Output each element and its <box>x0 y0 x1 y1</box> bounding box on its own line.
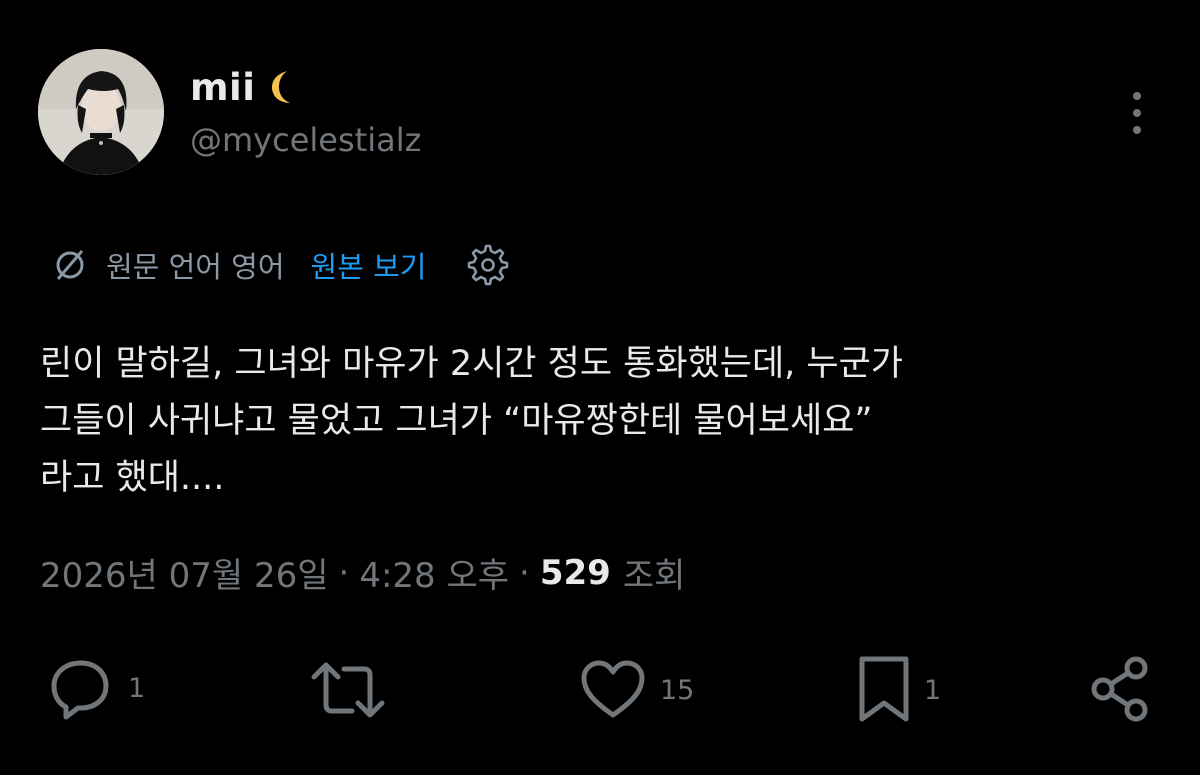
tweet-time[interactable]: 4:28 오후 <box>359 548 509 597</box>
retweet-button[interactable] <box>310 655 400 725</box>
heart-icon <box>581 660 645 718</box>
translation-bar: 원문 언어 영어 원본 보기 <box>52 240 510 290</box>
translation-label: 원문 언어 영어 <box>106 250 285 284</box>
more-options-button[interactable] <box>1124 92 1150 134</box>
views-label: 조회 <box>622 556 686 596</box>
reply-icon <box>51 660 109 720</box>
share-button[interactable] <box>1090 655 1154 723</box>
tweet-date[interactable]: 2026년 07월 26일 <box>40 548 329 597</box>
author-display-name[interactable]: mii <box>190 66 255 109</box>
avatar-image <box>38 49 164 175</box>
more-dot-icon <box>1133 109 1141 117</box>
meta-separator: · <box>338 552 350 593</box>
bookmark-icon <box>859 656 909 722</box>
author-name-row[interactable]: mii <box>190 62 299 112</box>
like-count: 15 <box>660 674 695 706</box>
retweet-icon <box>311 662 385 718</box>
more-dot-icon <box>1133 92 1141 100</box>
views-count: 529 <box>539 552 611 593</box>
tweet-meta: 2026년 07월 26일 · 4:28 오후 · 529 조회 <box>40 548 685 597</box>
share-icon <box>1091 656 1148 722</box>
tweet-text: 린이 말하길, 그녀와 마유가 2시간 정도 통화했는데, 누군가 그들이 사귀… <box>40 344 903 498</box>
tweet-actions-bar: 1 15 1 <box>0 655 1200 731</box>
crescent-moon-icon <box>272 71 291 103</box>
author-handle[interactable]: @mycelestialz <box>190 121 421 159</box>
more-dot-icon <box>1133 126 1141 134</box>
bookmark-count: 1 <box>924 674 942 706</box>
meta-separator: · <box>519 552 530 593</box>
like-button[interactable]: 15 <box>580 659 694 721</box>
reply-button[interactable]: 1 <box>48 655 145 721</box>
gear-icon[interactable] <box>466 243 510 287</box>
reply-count: 1 <box>128 672 146 704</box>
translate-icon <box>56 250 84 280</box>
view-original-link[interactable]: 원본 보기 <box>311 244 427 286</box>
bookmark-button[interactable]: 1 <box>858 655 941 725</box>
author-avatar[interactable] <box>38 49 164 175</box>
